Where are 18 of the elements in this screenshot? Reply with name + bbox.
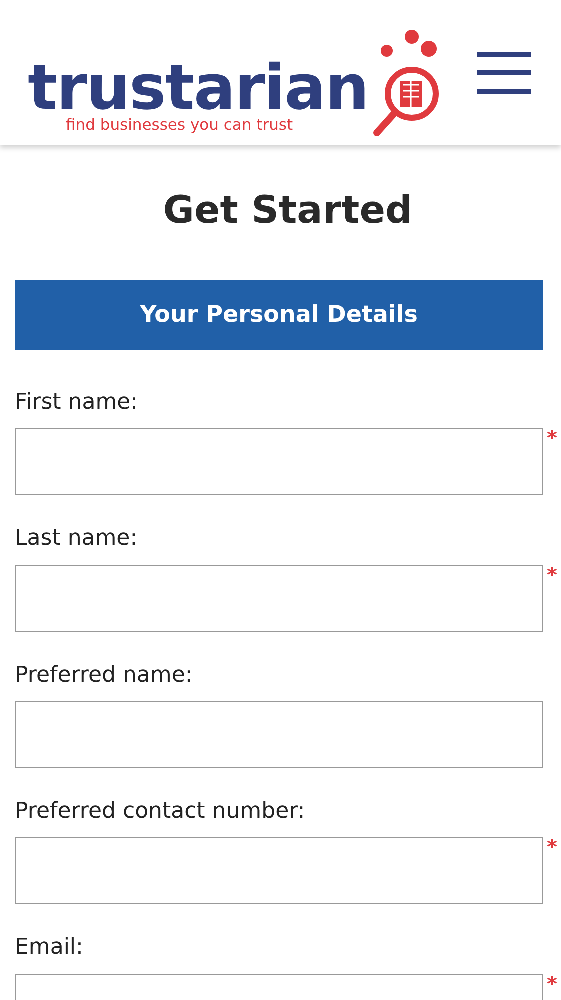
logo-tagline: find businesses you can trust [66,117,294,134]
menu-button[interactable] [477,52,531,94]
input-field[interactable] [15,837,543,904]
required-mark: * [547,428,558,448]
field-label: Last name: [15,526,138,553]
field-label: First name: [15,390,138,416]
input-field[interactable] [15,700,543,768]
field-label: Preferred name: [15,662,193,689]
required-mark: * [547,974,558,994]
logo-wordmark: trustarian [28,58,369,118]
field-label: Preferred contact number: [15,798,306,826]
required-mark: * [547,564,558,585]
input-field[interactable] [15,428,543,496]
required-mark: * [547,837,558,858]
input-field[interactable] [15,564,543,632]
field-label: Email: [15,935,84,962]
section-header: Your Personal Details [15,280,543,350]
page-title: Get Started [162,190,414,232]
